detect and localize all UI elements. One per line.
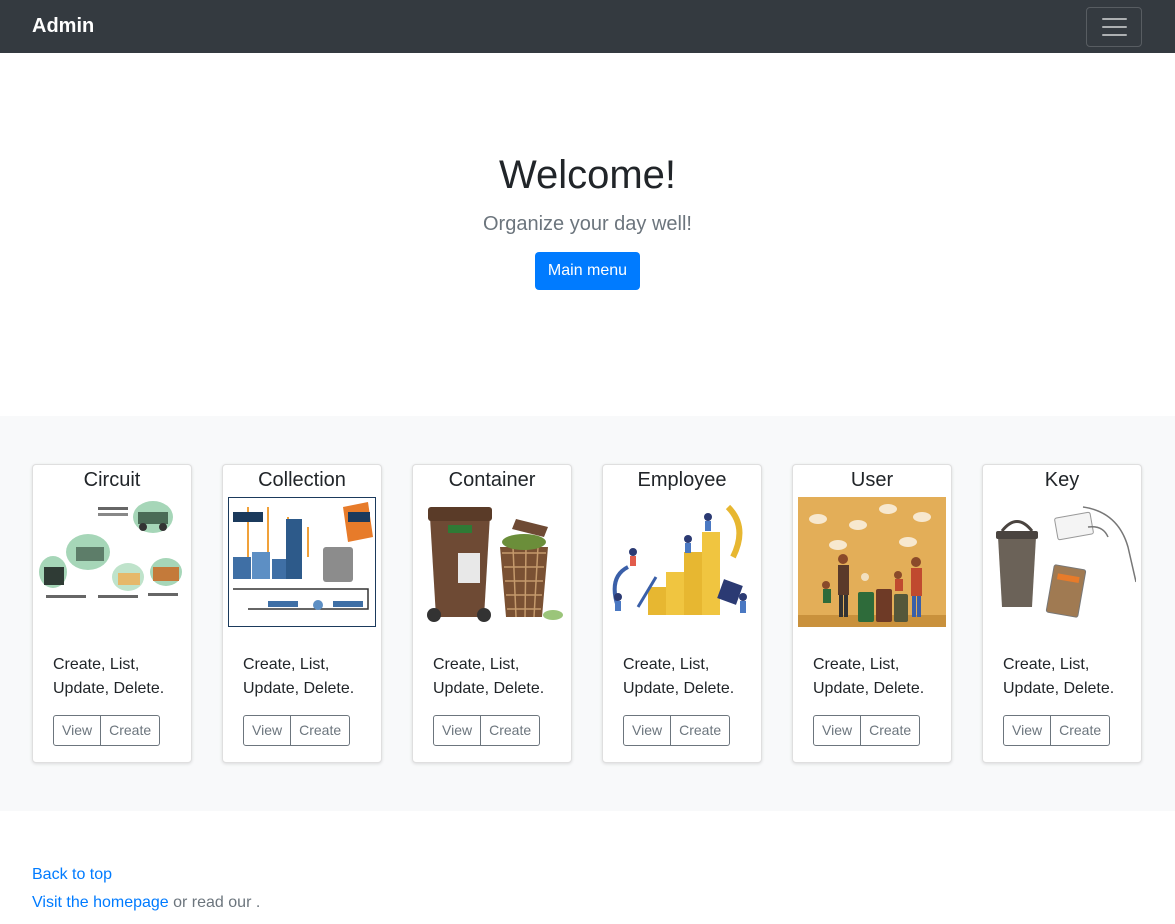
button-group: View Create bbox=[53, 715, 186, 746]
collection-illustration bbox=[228, 497, 376, 627]
card-title: Employee bbox=[637, 469, 727, 491]
card-title: User bbox=[850, 469, 894, 491]
card-text: Create, List, Update, Delete. bbox=[813, 656, 925, 697]
back-to-top-link[interactable]: Back to top bbox=[32, 866, 112, 883]
album-section: Circuit Create, List, Update, Delete. Vi… bbox=[0, 416, 1175, 811]
create-button[interactable]: Create bbox=[1051, 715, 1111, 746]
footer: Back to top Visit the homepage or read o… bbox=[0, 811, 1175, 917]
card-title: Key bbox=[1044, 469, 1080, 491]
card-circuit: Circuit Create, List, Update, Delete. Vi… bbox=[32, 464, 192, 763]
container-illustration bbox=[418, 497, 566, 627]
main-menu-button[interactable]: Main menu bbox=[534, 252, 641, 290]
hamburger-icon bbox=[1101, 17, 1127, 20]
hero-subtitle: Organize your day well! bbox=[483, 213, 692, 235]
navbar-brand[interactable]: Admin bbox=[32, 15, 94, 38]
menu-toggle-button[interactable] bbox=[1086, 6, 1142, 47]
user-illustration bbox=[798, 497, 946, 627]
button-group: View Create bbox=[243, 715, 376, 746]
create-button[interactable]: Create bbox=[291, 715, 351, 746]
create-button[interactable]: Create bbox=[481, 715, 541, 746]
card-text: Create, List, Update, Delete. bbox=[243, 656, 355, 697]
view-button[interactable]: View bbox=[623, 715, 672, 746]
footer-text: or read our . bbox=[168, 894, 261, 911]
key-illustration bbox=[988, 497, 1136, 627]
circuit-illustration bbox=[38, 497, 186, 627]
page-title: Welcome! bbox=[498, 153, 677, 197]
button-group: View Create bbox=[433, 715, 566, 746]
card-key: Key Create, List, Update, Delete. View C… bbox=[982, 464, 1142, 763]
create-button[interactable]: Create bbox=[671, 715, 731, 746]
card-employee: Employee Create, List, Update, Delete. V… bbox=[602, 464, 762, 763]
employee-illustration bbox=[608, 497, 756, 627]
button-group: View Create bbox=[623, 715, 756, 746]
card-title: Circuit bbox=[83, 469, 141, 491]
button-group: View Create bbox=[1003, 715, 1136, 746]
card-text: Create, List, Update, Delete. bbox=[623, 656, 735, 697]
card-title: Container bbox=[448, 469, 536, 491]
card-title: Collection bbox=[258, 469, 346, 491]
navbar: Admin bbox=[0, 0, 1175, 53]
card-text: Create, List, Update, Delete. bbox=[1003, 656, 1115, 697]
view-button[interactable]: View bbox=[53, 715, 102, 746]
card-collection: Collection Create, List, Update, Delete.… bbox=[222, 464, 382, 763]
create-button[interactable]: Create bbox=[861, 715, 921, 746]
homepage-link[interactable]: Visit the homepage bbox=[32, 894, 169, 911]
view-button[interactable]: View bbox=[813, 715, 862, 746]
card-container: Container Create, List, Update, Delete. … bbox=[412, 464, 572, 763]
view-button[interactable]: View bbox=[433, 715, 482, 746]
card-text: Create, List, Update, Delete. bbox=[53, 656, 165, 697]
card-user: User Create, List, Update, Delete. View … bbox=[792, 464, 952, 763]
view-button[interactable]: View bbox=[243, 715, 292, 746]
card-text: Create, List, Update, Delete. bbox=[433, 656, 545, 697]
hero-section: Welcome! Organize your day well! Main me… bbox=[0, 53, 1175, 416]
create-button[interactable]: Create bbox=[101, 715, 161, 746]
button-group: View Create bbox=[813, 715, 946, 746]
view-button[interactable]: View bbox=[1003, 715, 1052, 746]
